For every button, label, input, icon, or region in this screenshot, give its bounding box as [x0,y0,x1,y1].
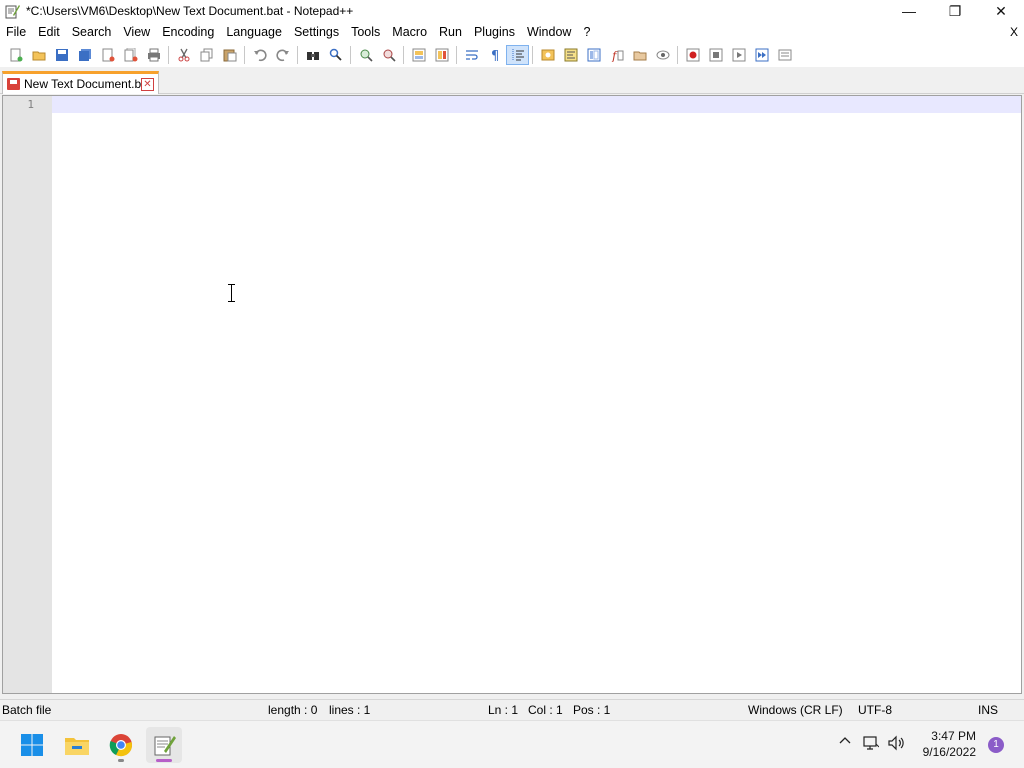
running-indicator [118,759,124,762]
network-icon[interactable] [863,735,880,754]
toolbar-separator [403,46,404,64]
toolbar-separator [297,46,298,64]
print-icon[interactable] [142,45,165,65]
toolbar-separator [532,46,533,64]
status-encoding[interactable]: UTF-8 [858,703,892,717]
close-window-button[interactable]: ✕ [978,0,1024,22]
notification-badge[interactable]: 1 [988,737,1004,753]
text-cursor-icon [228,284,235,302]
undo-icon[interactable] [248,45,271,65]
status-insert-mode[interactable]: INS [978,703,998,717]
menu-window[interactable]: Window [521,22,577,43]
menu-tools[interactable]: Tools [345,22,386,43]
indent-guide-icon[interactable] [506,45,529,65]
close-document-button[interactable]: X [1010,22,1018,43]
redo-icon[interactable] [271,45,294,65]
toolbar-separator [677,46,678,64]
restore-button[interactable]: ❐ [932,0,978,22]
status-lines: lines : 1 [329,703,371,717]
replace-icon[interactable] [324,45,347,65]
sync-horizontal-icon[interactable] [430,45,453,65]
menu-edit[interactable]: Edit [32,22,66,43]
doc-list-icon[interactable] [582,45,605,65]
new-file-icon[interactable] [4,45,27,65]
file-explorer-icon[interactable] [59,727,95,763]
toolbar-separator [244,46,245,64]
tab-new-text-document[interactable]: New Text Document.bat ✕ [2,71,159,94]
menu-bar: File Edit Search View Encoding Language … [0,22,1024,43]
editor[interactable]: 1 [2,95,1022,694]
clock-date: 9/16/2022 [922,745,976,759]
folder-workspace-icon[interactable] [628,45,651,65]
close-all-icon[interactable] [119,45,142,65]
save-macro-icon[interactable] [773,45,796,65]
toolbar-separator [168,46,169,64]
clock-time: 3:47 PM [931,729,976,743]
menu-language[interactable]: Language [220,22,288,43]
monitoring-icon[interactable] [651,45,674,65]
minimize-button[interactable]: — [886,0,932,22]
taskbar: 3:47 PM 9/16/2022 1 [0,720,1024,768]
zoom-out-icon[interactable] [377,45,400,65]
tab-label: New Text Document.bat [24,77,152,91]
title-bar: *C:\Users\VM6\Desktop\New Text Document.… [0,0,1024,22]
menu-macro[interactable]: Macro [386,22,433,43]
window-title: *C:\Users\VM6\Desktop\New Text Document.… [26,4,354,18]
status-bar: Batch file length : 0 lines : 1 Ln : 1 C… [0,699,1024,720]
record-macro-icon[interactable] [681,45,704,65]
menu-run[interactable]: Run [433,22,468,43]
open-file-icon[interactable] [27,45,50,65]
menu-search[interactable]: Search [66,22,118,43]
sync-vertical-icon[interactable] [407,45,430,65]
toolbar-separator [456,46,457,64]
status-eol[interactable]: Windows (CR LF) [748,703,843,717]
menu-help[interactable]: ? [577,22,596,43]
notepadpp-icon[interactable] [146,727,182,763]
svg-text:¶: ¶ [491,49,499,62]
status-language: Batch file [2,703,52,717]
running-indicator [156,759,172,762]
line-number: 1 [27,98,34,111]
toolbar: ¶ f [0,43,1024,67]
status-ln: Ln : 1 [488,703,519,717]
save-icon[interactable] [50,45,73,65]
unsaved-file-icon [7,78,20,90]
windows-start-icon[interactable] [14,727,50,763]
status-pos: Pos : 1 [573,703,611,717]
volume-icon[interactable] [888,735,906,754]
find-icon[interactable] [301,45,324,65]
show-all-chars-icon[interactable]: ¶ [483,45,506,65]
notepadpp-icon [4,3,20,19]
tab-close-button[interactable]: ✕ [141,78,154,91]
doc-map-icon[interactable] [559,45,582,65]
play-macro-icon[interactable] [727,45,750,65]
cut-icon[interactable] [172,45,195,65]
menu-view[interactable]: View [117,22,156,43]
copy-icon[interactable] [195,45,218,65]
run-macro-multiple-icon[interactable] [750,45,773,65]
toolbar-separator [350,46,351,64]
zoom-in-icon[interactable] [354,45,377,65]
menu-encoding[interactable]: Encoding [156,22,220,43]
status-col: Col : 1 [528,703,563,717]
menu-settings[interactable]: Settings [288,22,345,43]
menu-plugins[interactable]: Plugins [468,22,521,43]
line-number-gutter: 1 [3,96,52,693]
text-area[interactable] [52,113,1021,693]
close-icon[interactable] [96,45,119,65]
function-list-icon[interactable]: f [605,45,628,65]
save-all-icon[interactable] [73,45,96,65]
clock[interactable]: 3:47 PM 9/16/2022 [923,728,976,760]
menu-file[interactable]: File [0,22,32,43]
word-wrap-icon[interactable] [460,45,483,65]
stop-macro-icon[interactable] [704,45,727,65]
current-line-highlight[interactable] [52,96,1021,113]
udl-icon[interactable] [536,45,559,65]
paste-icon[interactable] [218,45,241,65]
status-length: length : 0 [268,703,318,717]
chevron-up-icon[interactable] [839,735,851,750]
tab-bar: New Text Document.bat ✕ [0,67,1024,94]
chrome-icon[interactable] [103,727,139,763]
